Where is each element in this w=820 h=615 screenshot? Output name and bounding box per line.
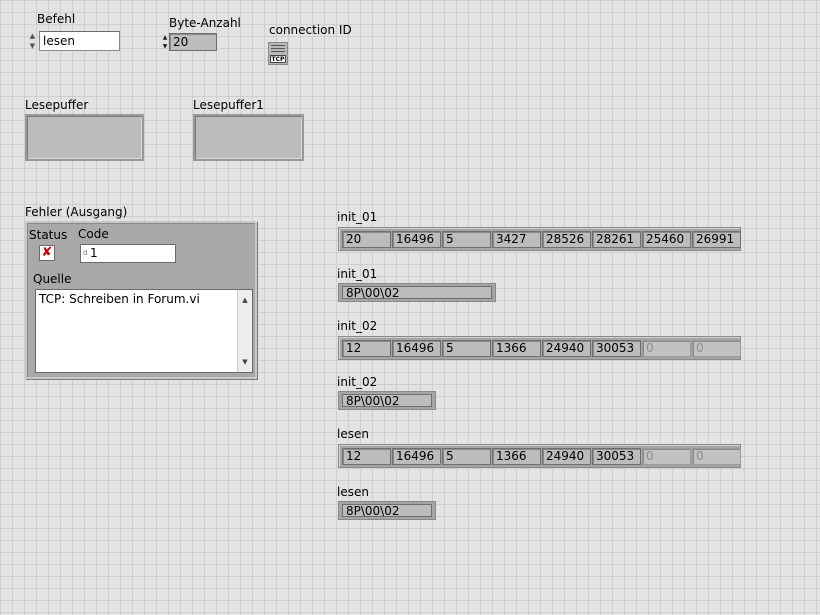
string-label: init_01 (337, 267, 378, 281)
string-value: 8P\00\02 (342, 286, 492, 300)
array-element: 0 (692, 448, 741, 465)
array-element: 28261 (592, 231, 641, 248)
string-label: lesen (337, 485, 369, 499)
code-indicator: d 1 (80, 244, 176, 263)
befehl-ring[interactable]: lesen (39, 31, 120, 51)
array-element: 28526 (542, 231, 591, 248)
tcp-badge: TCP (270, 55, 286, 63)
byte-anzahl-input[interactable]: 20 (169, 33, 217, 51)
array-element: 5 (442, 231, 491, 248)
source-text: TCP: Schreiben in Forum.vi ▲ ▼ (35, 289, 253, 373)
source-label: Quelle (33, 272, 72, 286)
lesepuffer-indicator (25, 114, 144, 161)
scroll-down-icon[interactable]: ▼ (238, 355, 252, 369)
connection-id-label: connection ID (269, 23, 352, 37)
code-label: Code (78, 227, 109, 241)
string-indicator: 8P\00\02 (338, 391, 436, 410)
array-element: 1366 (492, 340, 541, 357)
array-element: 30053 (592, 340, 641, 357)
refnum-lines-icon (271, 45, 285, 54)
befehl-label: Befehl (37, 12, 76, 26)
decrement-icon[interactable]: ▼ (161, 42, 169, 51)
string-value: 8P\00\02 (342, 394, 432, 408)
byte-anzahl-stepper[interactable]: ▲ ▼ (161, 33, 169, 51)
lesepuffer-label: Lesepuffer (25, 98, 89, 112)
array-element: 24940 (542, 448, 591, 465)
array-label: lesen (337, 427, 369, 441)
string-indicator: 8P\00\02 (338, 283, 496, 302)
array-element: 26991 (692, 231, 741, 248)
numeric-array: 12 16496 5 1366 24940 30053 0 0 (338, 444, 741, 468)
string-indicator: 8P\00\02 (338, 501, 436, 520)
byte-anzahl-label: Byte-Anzahl (169, 16, 241, 30)
tcp-refnum-icon[interactable]: TCP (268, 42, 288, 65)
array-element: 12 (342, 340, 391, 357)
array-element: 20 (342, 231, 391, 248)
error-cluster-label: Fehler (Ausgang) (25, 205, 128, 219)
string-value: 8P\00\02 (342, 504, 432, 518)
array-element: 0 (642, 340, 691, 357)
numeric-array: 20 16496 5 3427 28526 28261 25460 26991 (338, 227, 741, 251)
code-radix-indicator: d (83, 249, 88, 257)
array-element: 0 (642, 448, 691, 465)
array-element: 5 (442, 448, 491, 465)
array-element: 30053 (592, 448, 641, 465)
ring-down-icon[interactable]: ▼ (27, 41, 38, 51)
array-label: init_01 (337, 210, 378, 224)
array-element: 24940 (542, 340, 591, 357)
array-element: 16496 (392, 340, 441, 357)
array-element: 16496 (392, 231, 441, 248)
array-element: 1366 (492, 448, 541, 465)
status-error-icon: ✘ (39, 245, 55, 261)
source-scrollbar[interactable]: ▲ ▼ (237, 290, 252, 372)
array-element: 0 (692, 340, 741, 357)
befehl-ring-arrows[interactable]: ▲ ▼ (27, 31, 38, 51)
status-label: Status (29, 228, 68, 242)
numeric-array: 12 16496 5 1366 24940 30053 0 0 (338, 336, 741, 360)
array-label: init_02 (337, 319, 378, 333)
code-value: 1 (90, 246, 98, 260)
ring-up-icon[interactable]: ▲ (27, 31, 38, 41)
array-element: 3427 (492, 231, 541, 248)
lesepuffer1-indicator (193, 114, 304, 161)
string-label: init_02 (337, 375, 378, 389)
lesepuffer1-label: Lesepuffer1 (193, 98, 264, 112)
array-element: 12 (342, 448, 391, 465)
scroll-up-icon[interactable]: ▲ (238, 293, 252, 307)
error-cluster: Status ✘ Code d 1 Quelle TCP: Schreiben … (25, 221, 257, 379)
array-element: 25460 (642, 231, 691, 248)
array-element: 5 (442, 340, 491, 357)
source-value: TCP: Schreiben in Forum.vi (39, 292, 200, 306)
array-element: 16496 (392, 448, 441, 465)
increment-icon[interactable]: ▲ (161, 33, 169, 42)
